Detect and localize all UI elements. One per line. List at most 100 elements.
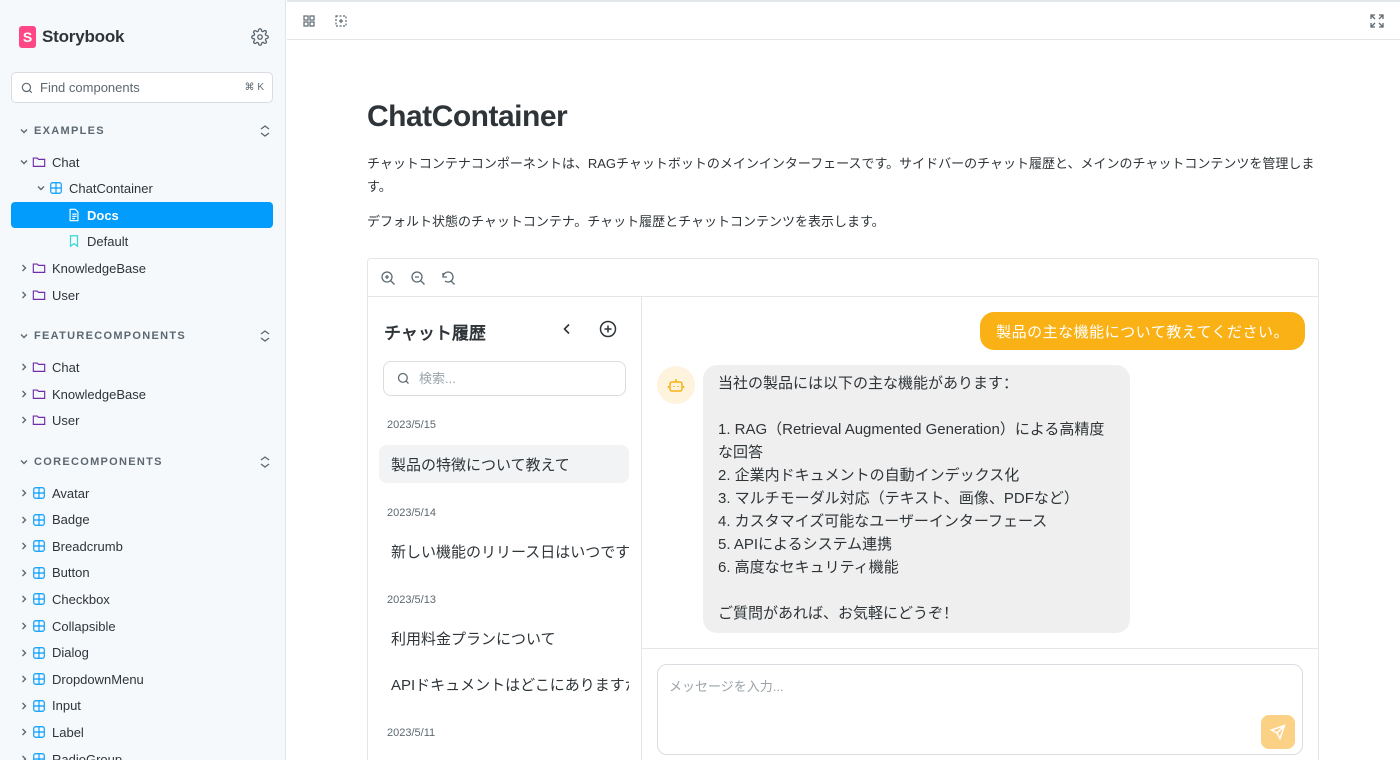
tree-item-core[interactable]: RadioGroup	[19, 746, 122, 760]
tree-item-label: Chat	[52, 154, 80, 170]
component-icon	[33, 753, 45, 760]
sidebar: S Storybook Find components ⌘ K EXAMPLES…	[0, 0, 286, 760]
outline-icon[interactable]	[333, 13, 349, 29]
tree-item-label: User	[52, 412, 80, 428]
robot-icon	[667, 379, 685, 392]
bot-message: 当社の製品には以下の主な機能があります： 1. RAG（Retrieval Aug…	[703, 365, 1130, 633]
tree-item-core[interactable]: DropdownMenu	[19, 666, 144, 692]
bot-message-line: 6. 高度なセキュリティ機能	[718, 559, 899, 576]
message-input[interactable]	[669, 676, 1229, 706]
chevron-right-icon	[22, 569, 27, 577]
tree-item-core[interactable]: Label	[19, 719, 84, 745]
search-icon	[21, 82, 33, 93]
chevron-right-icon	[22, 622, 27, 630]
tree-item-label: Avatar	[52, 485, 90, 501]
tree-item-label: Badge	[52, 512, 90, 528]
component-icon	[33, 726, 45, 739]
expand-collapse-icon[interactable]	[259, 124, 271, 138]
bot-message-line: ご質問があれば、お気軽にどうぞ！	[718, 605, 959, 622]
tree-item-label: KnowledgeBase	[52, 260, 146, 276]
brand[interactable]: S Storybook	[19, 25, 124, 49]
tree-item-core[interactable]: Dialog	[19, 640, 89, 666]
tree-item-label: DropdownMenu	[52, 671, 144, 687]
chevron-down-icon	[20, 460, 28, 465]
chevron-left-icon[interactable]	[558, 320, 576, 338]
grid-icon[interactable]	[301, 13, 317, 29]
chat-history-title: チャット履歴	[384, 324, 486, 343]
search-shortcut: ⌘ K	[244, 82, 264, 93]
bot-message-line: な回答	[718, 444, 764, 461]
chat-panel: 製品の主な機能について教えてください。 当社の製品には以下の主な機能があります：…	[642, 297, 1318, 760]
tree-item-chatcontainer[interactable]: ChatContainer	[36, 175, 153, 201]
history-date: 2023/5/14	[387, 507, 436, 519]
history-item[interactable]: 利用料金プランについて	[379, 619, 629, 657]
tree-item-core[interactable]: Input	[19, 693, 81, 719]
chevron-right-icon	[22, 489, 27, 497]
bot-avatar	[657, 366, 695, 404]
tree-item-examples-knowledgebase[interactable]: KnowledgeBase	[19, 255, 146, 281]
tree-item-label: Collapsible	[52, 618, 116, 634]
history-item[interactable]: 新しい機能のリリース日はいつですか	[379, 532, 629, 570]
folder-icon	[32, 415, 46, 425]
history-search-input[interactable]	[419, 371, 599, 386]
tree-item-core[interactable]: Checkbox	[19, 586, 110, 612]
tree-item-feature-knowledgebase[interactable]: KnowledgeBase	[19, 381, 146, 407]
search-icon	[397, 372, 409, 384]
tree-item-core[interactable]: Button	[19, 560, 90, 586]
chevron-right-icon	[22, 728, 27, 736]
folder-icon	[32, 290, 46, 300]
tree-item-feature-user[interactable]: User	[19, 407, 79, 433]
tree-item-label: Dialog	[52, 645, 89, 661]
chevron-right-icon	[22, 542, 27, 550]
history-item[interactable]: 製品の特徴について教えて	[379, 445, 629, 483]
tree-item-core[interactable]: Badge	[19, 507, 90, 533]
preview-toolbar	[368, 259, 1318, 297]
history-date: 2023/5/11	[387, 727, 436, 739]
message-composer[interactable]	[657, 664, 1303, 755]
tree-item-docs[interactable]: Docs	[11, 202, 273, 228]
tree-item-default[interactable]: Default	[67, 228, 128, 254]
send-icon	[1270, 724, 1286, 740]
zoom-reset-icon[interactable]	[440, 270, 456, 286]
history-date: 2023/5/13	[387, 594, 436, 606]
chevron-down-icon	[20, 334, 28, 339]
send-button[interactable]	[1261, 715, 1295, 749]
search-placeholder: Find components	[40, 80, 140, 95]
tree-item-label: RadioGroup	[52, 751, 123, 760]
tree-item-examples-user[interactable]: User	[19, 282, 79, 308]
bot-message-line: 2. 企業内ドキュメントの自動インデックス化	[718, 467, 1020, 484]
history-item[interactable]: APIドキュメントはどこにありますか	[379, 665, 629, 703]
bot-message-line: 当社の製品には以下の主な機能があります：	[718, 375, 1019, 392]
chevron-right-icon	[22, 390, 27, 398]
plus-circle-icon[interactable]	[598, 319, 618, 339]
expand-collapse-icon[interactable]	[259, 329, 271, 343]
section-corecomponents[interactable]: CORECOMPONENTS	[19, 453, 271, 471]
tree-item-core[interactable]: Collapsible	[19, 613, 116, 639]
tree-item-label: Docs	[87, 207, 119, 223]
tree-item-core[interactable]: Avatar	[19, 480, 89, 506]
search-input[interactable]: Find components ⌘ K	[11, 72, 273, 103]
tree-item-label: Default	[87, 233, 129, 249]
chevron-right-icon	[22, 702, 27, 710]
gear-icon[interactable]	[251, 28, 269, 46]
tree-item-examples-chat[interactable]: Chat	[19, 149, 79, 175]
zoom-in-icon[interactable]	[380, 270, 396, 286]
history-search[interactable]	[383, 361, 626, 396]
section-featurecomponents[interactable]: FEATURECOMPONENTS	[19, 327, 271, 345]
section-examples[interactable]: EXAMPLES	[19, 122, 271, 140]
tree-item-label: Label	[52, 724, 84, 740]
component-icon	[33, 646, 45, 659]
tree-item-label: Breadcrumb	[52, 538, 123, 554]
brand-name: Storybook	[42, 27, 125, 46]
bot-message-line: 5. APIによるシステム連携	[718, 536, 893, 553]
folder-icon	[32, 263, 46, 273]
tree-item-feature-chat[interactable]: Chat	[19, 354, 79, 380]
section-label: FEATURECOMPONENTS	[34, 330, 187, 342]
expand-collapse-icon[interactable]	[259, 455, 271, 469]
chevron-right-icon	[22, 595, 27, 603]
divider	[642, 648, 1318, 649]
fullscreen-icon[interactable]	[1369, 13, 1385, 29]
tree-item-core[interactable]: Breadcrumb	[19, 533, 123, 559]
zoom-out-icon[interactable]	[410, 270, 426, 286]
folder-icon	[32, 362, 46, 372]
